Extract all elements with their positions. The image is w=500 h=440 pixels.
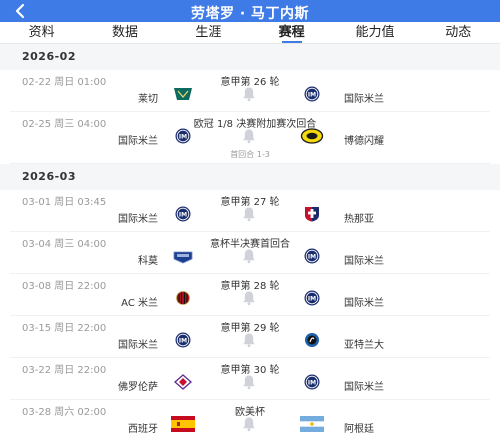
svg-text:IM: IM <box>179 133 187 140</box>
match-row[interactable]: 03-28 周六 02:00 欧美杯 西班牙 阿根廷 <box>10 400 490 440</box>
ac-milan-logo-icon <box>171 290 195 306</box>
tab-5[interactable]: 动态 <box>417 22 500 43</box>
player-name-title: 劳塔罗 · 马丁内斯 <box>190 6 310 22</box>
bell-icon[interactable] <box>240 374 258 390</box>
inter-logo-icon: IM <box>171 128 195 144</box>
inter-logo-icon: IM <box>300 374 324 390</box>
match-row[interactable]: 03-08 周日 22:00 意甲第 28 轮 AC 米兰 IM 国际米兰 <box>10 274 490 316</box>
match-time: 03-22 周日 22:00 <box>22 365 107 376</box>
app-root: 劳塔罗 · 马丁内斯 资料 数据 生涯 赛程 能力值 动态 2026-02 02-22 周日… <box>0 0 500 440</box>
home-team-name: 国际米兰 <box>118 340 158 351</box>
svg-text:IM: IM <box>308 253 316 260</box>
match-time: 03-08 周日 22:00 <box>22 281 107 292</box>
bell-icon[interactable] <box>240 290 258 306</box>
match-row[interactable]: 03-01 周日 03:45 意甲第 27 轮国际米兰 IM 热那亚 <box>10 190 490 232</box>
tab-0[interactable]: 资料 <box>0 22 83 43</box>
away-team-name: 博德闪耀 <box>344 136 384 147</box>
svg-text:IM: IM <box>308 91 316 98</box>
lecce-logo-icon <box>171 86 195 102</box>
match-row[interactable]: 02-25 周三 04:00 欧冠 1/8 决赛附加赛次回合 国际米兰 IM 博德闪耀首… <box>10 112 490 164</box>
inter-logo-icon: IM <box>171 332 195 348</box>
tab-3[interactable]: 赛程 <box>250 22 333 43</box>
home-team-name: 科莫 <box>138 256 158 267</box>
match-time: 02-25 周三 04:00 <box>22 119 107 130</box>
tab-1[interactable]: 数据 <box>83 22 166 43</box>
svg-text:IM: IM <box>179 337 187 344</box>
first-leg-note: 首回合 1-3 <box>230 150 270 159</box>
month-card: 03-01 周日 03:45 意甲第 27 轮国际米兰 IM 热那亚 03-04 周三 … <box>0 190 500 440</box>
como-logo-icon <box>171 248 195 264</box>
match-time: 03-04 周三 04:00 <box>22 239 107 250</box>
home-team-name: AC 米兰 <box>121 298 158 309</box>
match-row[interactable]: 02-22 周日 01:00 意甲第 26 轮莱切 IM 国际米兰 <box>10 70 490 112</box>
home-team-name: 西班牙 <box>128 424 158 435</box>
tab-2[interactable]: 生涯 <box>167 22 250 43</box>
tab-4[interactable]: 能力值 <box>333 22 416 43</box>
away-team-name: 国际米兰 <box>344 298 384 309</box>
top-bar: 劳塔罗 · 马丁内斯 <box>0 0 500 22</box>
genoa-logo-icon <box>300 206 324 222</box>
spain-flag-icon <box>171 416 195 432</box>
month-card: 02-22 周日 01:00 意甲第 26 轮莱切 IM 国际米兰 02-25 周三 0… <box>0 70 500 164</box>
svg-text:IM: IM <box>308 379 316 386</box>
inter-logo-icon: IM <box>300 86 324 102</box>
inter-logo-icon: IM <box>300 248 324 264</box>
away-team-name: 热那亚 <box>344 214 374 225</box>
home-team-name: 国际米兰 <box>118 214 158 225</box>
match-time: 03-28 周六 02:00 <box>22 407 107 418</box>
match-time: 03-15 周日 22:00 <box>22 323 107 334</box>
home-team-name: 莱切 <box>138 94 158 105</box>
svg-text:IM: IM <box>179 211 187 218</box>
atalanta-logo-icon <box>300 332 324 348</box>
svg-text:IM: IM <box>308 295 316 302</box>
away-team-name: 阿根廷 <box>344 424 374 435</box>
inter-logo-icon: IM <box>300 290 324 306</box>
away-team-name: 亚特兰大 <box>344 340 384 351</box>
away-team-name: 国际米兰 <box>344 94 384 105</box>
match-time: 02-22 周日 01:00 <box>22 77 107 88</box>
bell-icon[interactable] <box>240 248 258 264</box>
inter-logo-icon: IM <box>171 206 195 222</box>
bell-icon[interactable] <box>240 128 258 144</box>
match-row[interactable]: 03-22 周日 22:00 意甲第 30 轮佛罗伦萨 IM 国际米兰 <box>10 358 490 400</box>
away-team-name: 国际米兰 <box>344 256 384 267</box>
match-row[interactable]: 03-15 周日 22:00 意甲第 29 轮国际米兰 IM 亚特兰大 <box>10 316 490 358</box>
bell-icon[interactable] <box>240 86 258 102</box>
month-header: 2026-03 <box>0 164 500 190</box>
argentina-flag-icon <box>300 416 324 432</box>
home-team-name: 国际米兰 <box>118 136 158 147</box>
month-header: 2026-02 <box>0 44 500 70</box>
bell-icon[interactable] <box>240 206 258 222</box>
bodo-glimt-logo-icon <box>300 128 324 144</box>
home-team-name: 佛罗伦萨 <box>118 382 158 393</box>
schedule-list: 2026-02 02-22 周日 01:00 意甲第 26 轮莱切 IM 国际米兰 02-… <box>0 44 500 440</box>
bell-icon[interactable] <box>240 332 258 348</box>
away-team-name: 国际米兰 <box>344 382 384 393</box>
match-row[interactable]: 03-04 周三 04:00 意杯半决赛首回合 科莫 IM 国际米兰 <box>10 232 490 274</box>
match-time: 03-01 周日 03:45 <box>22 197 107 208</box>
fiorentina-logo-icon <box>171 374 195 390</box>
tab-bar: 资料 数据 生涯 赛程 能力值 动态 <box>0 22 500 44</box>
bell-icon[interactable] <box>240 416 258 432</box>
